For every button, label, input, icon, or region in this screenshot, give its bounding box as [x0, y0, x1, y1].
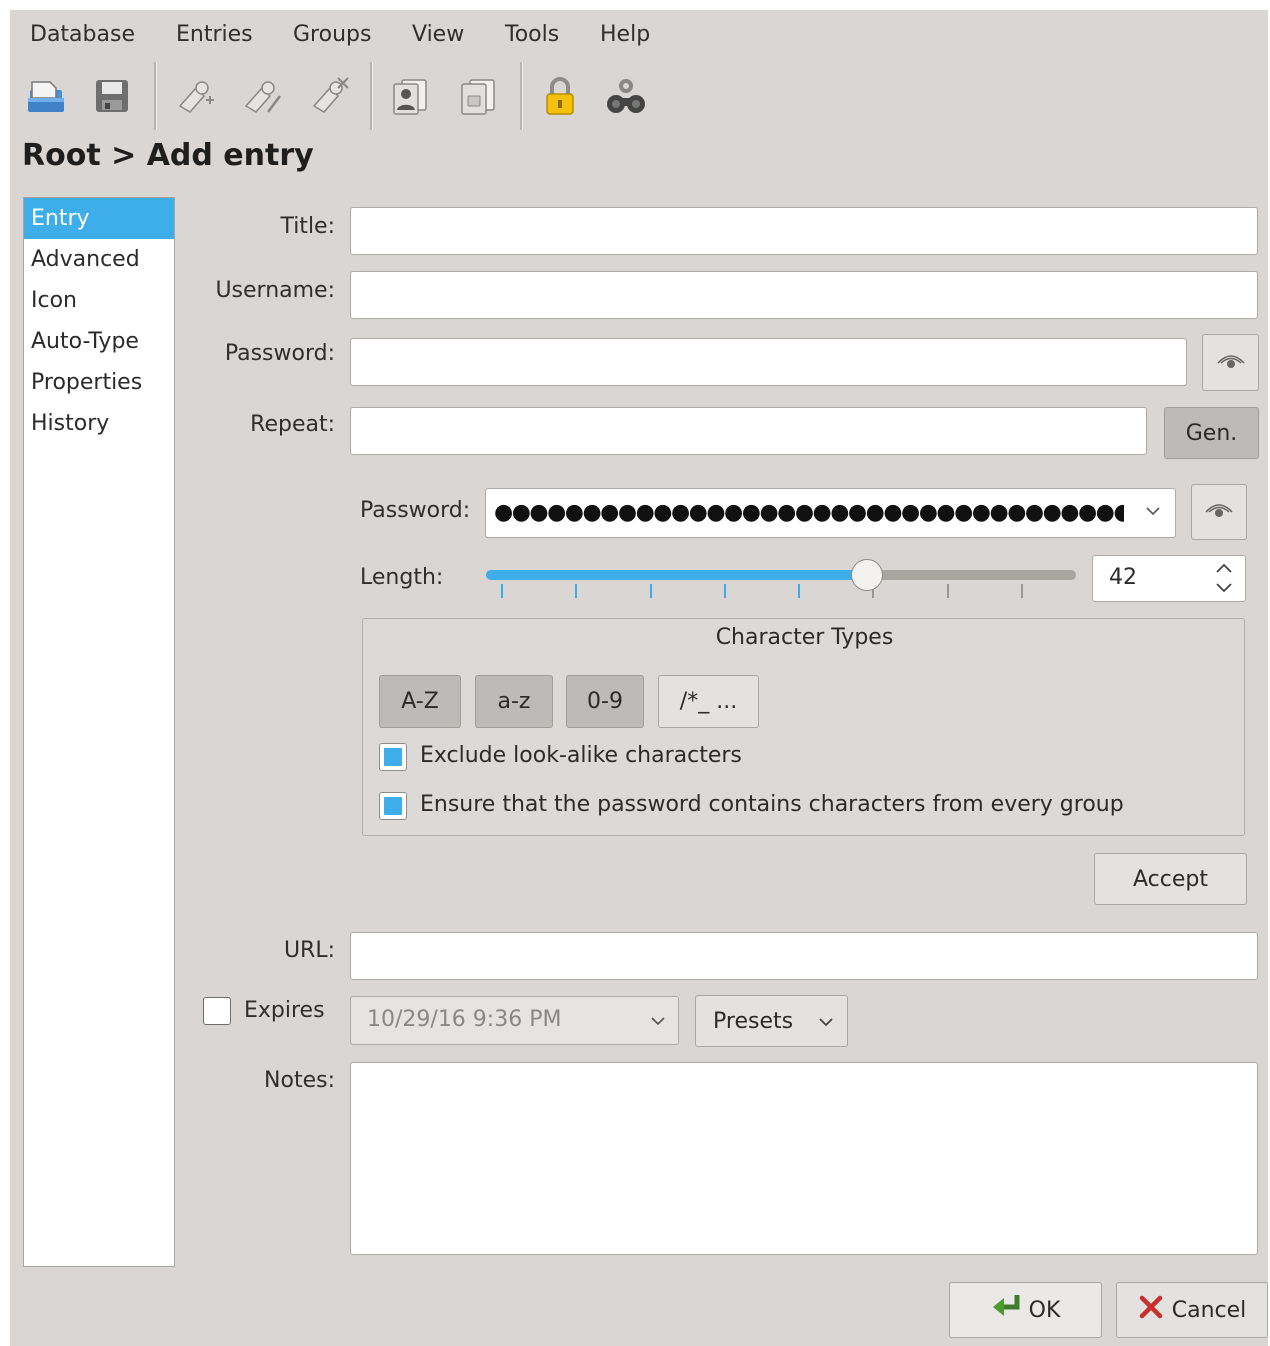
numbers-toggle-button[interactable]: 0-9	[566, 675, 644, 728]
username-input[interactable]	[350, 271, 1258, 319]
character-types-group: Character Types A-Z a-z 0-9 /*_ ... Excl…	[362, 618, 1245, 836]
slider-tick	[946, 584, 949, 598]
notes-label: Notes:	[264, 1068, 335, 1093]
repeat-label: Repeat:	[250, 412, 335, 437]
uppercase-toggle-button[interactable]: A-Z	[379, 675, 461, 728]
expires-datetime-picker[interactable]: 10/29/16 9:36 PM	[350, 996, 679, 1045]
ok-button[interactable]: OK	[949, 1282, 1102, 1338]
slider-tick	[575, 584, 578, 598]
expires-value: 10/29/16 9:36 PM	[367, 1007, 562, 1032]
ok-label: OK	[1028, 1297, 1061, 1323]
toggle-password-visibility-button[interactable]	[1202, 334, 1259, 391]
menu-entries[interactable]: Entries	[176, 22, 253, 47]
sidebar-item-icon[interactable]: Icon	[24, 280, 174, 321]
lowercase-toggle-button[interactable]: a-z	[475, 675, 553, 728]
password-label: Password:	[224, 341, 335, 366]
expires-checkbox[interactable]	[203, 997, 231, 1025]
menu-groups[interactable]: Groups	[293, 22, 371, 47]
sidebar-item-advanced[interactable]: Advanced	[24, 239, 174, 280]
generated-password-value: ●●●●●●●●●●●●●●●●●●●●●●●●●●●●●●●●●●●●●●●●…	[494, 500, 1124, 525]
add-entry-window: Database Entries Groups View Tools Help	[10, 10, 1268, 1346]
toolbar-separator	[520, 62, 523, 130]
delete-entry-icon[interactable]	[304, 72, 352, 120]
ok-icon	[991, 1293, 1021, 1327]
lock-database-icon[interactable]	[536, 72, 584, 120]
length-slider[interactable]	[486, 558, 1076, 602]
toggle-generated-password-visibility-button[interactable]	[1191, 484, 1247, 540]
menu-help[interactable]: Help	[600, 22, 650, 47]
generate-password-button[interactable]: Gen.	[1164, 407, 1259, 459]
username-label: Username:	[215, 278, 335, 303]
title-label: Title:	[280, 214, 335, 239]
length-label: Length:	[360, 565, 444, 590]
sidebar-item-auto-type[interactable]: Auto-Type	[24, 321, 174, 362]
slider-tick	[649, 584, 652, 598]
save-database-icon[interactable]	[88, 72, 136, 120]
exclude-lookalike-checkbox[interactable]	[379, 743, 407, 771]
eye-icon	[1216, 349, 1246, 377]
toolbar-separator	[370, 62, 373, 130]
notes-textarea[interactable]	[350, 1062, 1258, 1255]
presets-label: Presets	[713, 1008, 794, 1034]
slider-tick	[501, 584, 503, 598]
menu-database[interactable]: Database	[30, 22, 135, 47]
spin-up-down-icon[interactable]	[1213, 560, 1235, 602]
cancel-button[interactable]: Cancel	[1116, 1282, 1268, 1338]
open-database-icon[interactable]	[22, 72, 70, 120]
slider-fill	[486, 570, 867, 580]
character-types-title: Character Types	[715, 625, 894, 650]
add-entry-icon[interactable]	[170, 72, 218, 120]
title-input[interactable]	[350, 207, 1258, 255]
cancel-label: Cancel	[1171, 1297, 1247, 1323]
sidebar-item-history[interactable]: History	[24, 403, 174, 444]
chevron-down-icon	[1144, 501, 1162, 526]
url-input[interactable]	[350, 932, 1258, 980]
sidebar-item-properties[interactable]: Properties	[24, 362, 174, 403]
repeat-password-input[interactable]	[350, 407, 1147, 455]
password-generator-icon[interactable]	[602, 72, 650, 120]
entry-sections-list: Entry Advanced Icon Auto-Type Properties…	[23, 197, 175, 1267]
exclude-lookalike-label: Exclude look-alike characters	[420, 743, 742, 768]
presets-button[interactable]: Presets	[695, 995, 848, 1047]
slider-handle[interactable]	[850, 559, 883, 591]
slider-tick	[723, 584, 726, 598]
every-group-label: Ensure that the password contains charac…	[420, 792, 1124, 817]
copy-password-icon[interactable]	[454, 72, 502, 120]
sidebar-item-entry[interactable]: Entry	[24, 198, 174, 239]
eye-icon	[1204, 498, 1234, 526]
toolbar-separator	[154, 62, 157, 130]
copy-username-icon[interactable]	[386, 72, 434, 120]
menu-view[interactable]: View	[412, 22, 464, 47]
slider-tick	[1021, 584, 1023, 598]
generated-password-label: Password:	[360, 498, 471, 523]
url-label: URL:	[283, 938, 335, 963]
expires-label: Expires	[244, 998, 325, 1023]
cancel-icon	[1138, 1294, 1164, 1326]
slider-tick	[798, 584, 801, 598]
length-value: 42	[1109, 565, 1137, 590]
chevron-down-icon	[649, 1011, 667, 1036]
special-characters-toggle-button[interactable]: /*_ ...	[658, 675, 759, 728]
every-group-checkbox[interactable]	[379, 792, 407, 820]
chevron-down-icon	[817, 1012, 835, 1037]
menu-tools[interactable]: Tools	[505, 22, 559, 47]
generated-password-combobox[interactable]: ●●●●●●●●●●●●●●●●●●●●●●●●●●●●●●●●●●●●●●●●…	[485, 488, 1176, 538]
edit-entry-icon[interactable]	[236, 72, 284, 120]
password-input[interactable]	[350, 338, 1187, 386]
length-spinbox[interactable]: 42	[1092, 555, 1246, 602]
accept-button[interactable]: Accept	[1094, 853, 1247, 905]
breadcrumb: Root > Add entry	[22, 138, 314, 173]
